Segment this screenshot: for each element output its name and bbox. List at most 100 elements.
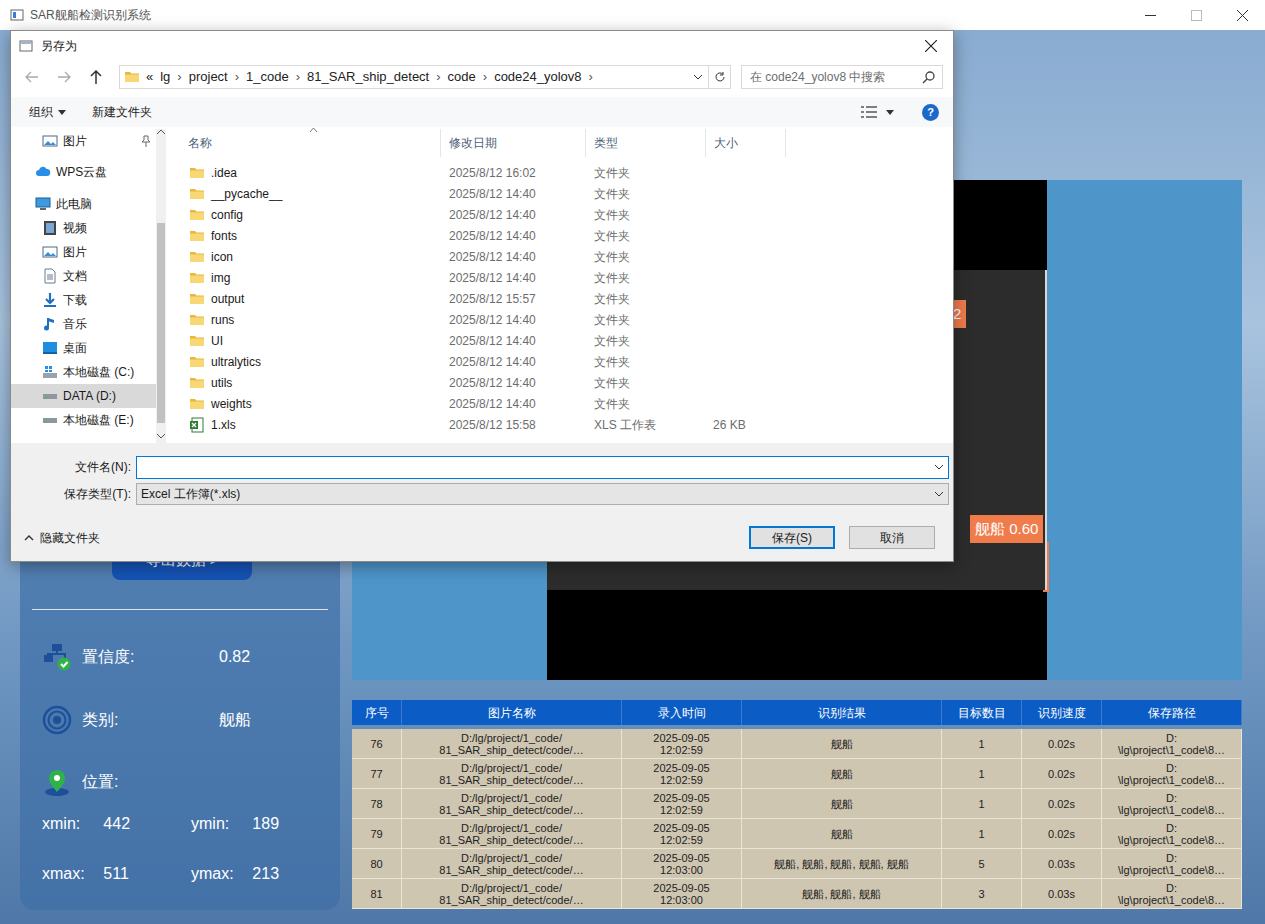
file-row[interactable]: fonts2025/8/12 14:40文件夹 bbox=[169, 225, 953, 246]
new-folder-button[interactable]: 新建文件夹 bbox=[92, 103, 152, 121]
table-row[interactable]: 78D:/lg/project/1_code/ 81_SAR_ship_dete… bbox=[352, 789, 1242, 819]
file-date-cell: 2025/8/12 16:02 bbox=[441, 162, 586, 183]
column-header[interactable]: 名称 bbox=[169, 129, 441, 157]
table-row[interactable]: 80D:/lg/project/1_code/ 81_SAR_ship_dete… bbox=[352, 849, 1242, 879]
tree-item[interactable]: WPS云盘 bbox=[11, 160, 156, 184]
filetype-row: 保存类型(T):Excel 工作簿(*.xls) bbox=[11, 483, 953, 505]
table-row[interactable]: 81D:/lg/project/1_code/ 81_SAR_ship_dete… bbox=[352, 879, 1242, 909]
breadcrumb-prefix[interactable]: « bbox=[146, 67, 153, 87]
table-cell: 2025-09-05 12:02:59 bbox=[622, 819, 742, 848]
filename-input[interactable] bbox=[137, 458, 930, 476]
tree-item[interactable]: 视频 bbox=[11, 216, 156, 240]
table-row[interactable]: 79D:/lg/project/1_code/ 81_SAR_ship_dete… bbox=[352, 819, 1242, 849]
tree-group: WPS云盘 bbox=[11, 160, 156, 184]
tree-item[interactable]: 图片 bbox=[11, 129, 156, 153]
column-header[interactable]: 识别结果 bbox=[742, 700, 942, 725]
file-row[interactable]: ultralytics2025/8/12 14:40文件夹 bbox=[169, 351, 953, 372]
dialog-body: 图片WPS云盘此电脑视频图片文档下载音乐桌面本地磁盘 (C:)DATA (D:)… bbox=[11, 129, 953, 443]
column-header[interactable]: 识别速度 bbox=[1022, 700, 1102, 725]
filetype-select[interactable]: Excel 工作簿(*.xls) bbox=[136, 483, 949, 505]
breadcrumb-segment[interactable]: code bbox=[448, 67, 476, 87]
file-size-cell bbox=[706, 183, 786, 204]
address-bar[interactable]: « lg › project › 1_code › 81_SAR_ship_detect › co… bbox=[119, 65, 731, 89]
hide-folders-toggle[interactable]: 隐藏文件夹 bbox=[24, 529, 100, 547]
folder-icon bbox=[189, 291, 205, 307]
cell-text: 0.02s bbox=[1048, 768, 1075, 780]
scrollbar-thumb[interactable] bbox=[157, 223, 165, 423]
tree-item[interactable]: 桌面 bbox=[11, 336, 156, 360]
tree-item[interactable]: 音乐 bbox=[11, 312, 156, 336]
breadcrumb-separator[interactable]: › bbox=[296, 67, 300, 87]
tree-item[interactable]: 本地磁盘 (E:) bbox=[11, 408, 156, 432]
caret-down-icon[interactable] bbox=[886, 110, 894, 115]
column-header[interactable]: 序号 bbox=[352, 700, 402, 725]
tree-item[interactable]: DATA (D:) bbox=[11, 384, 156, 408]
file-name-cell: output bbox=[169, 288, 441, 309]
forward-arrow-icon[interactable] bbox=[55, 68, 73, 86]
file-row[interactable]: UI2025/8/12 14:40文件夹 bbox=[169, 330, 953, 351]
confidence-row: 置信度:0.82 bbox=[20, 637, 340, 677]
confidence-icon bbox=[42, 642, 72, 672]
tree-item[interactable]: 本地磁盘 (C:) bbox=[11, 360, 156, 384]
help-button[interactable]: ? bbox=[922, 104, 939, 121]
file-name-cell: __pycache__ bbox=[169, 183, 441, 204]
file-row[interactable]: img2025/8/12 14:40文件夹 bbox=[169, 267, 953, 288]
close-icon[interactable] bbox=[909, 31, 953, 61]
organize-menu[interactable]: 组织 bbox=[29, 103, 66, 121]
folder-icon bbox=[189, 396, 205, 412]
tree-item[interactable]: 此电脑 bbox=[11, 192, 156, 216]
back-arrow-icon[interactable] bbox=[23, 68, 41, 86]
breadcrumb-separator[interactable]: › bbox=[177, 67, 181, 87]
file-name-cell: .idea bbox=[169, 162, 441, 183]
file-row[interactable]: utils2025/8/12 14:40文件夹 bbox=[169, 372, 953, 393]
file-name: utils bbox=[211, 374, 232, 392]
column-header[interactable]: 大小 bbox=[706, 129, 786, 157]
view-options-icon[interactable] bbox=[860, 105, 878, 119]
scrollbar[interactable] bbox=[156, 129, 166, 443]
column-header[interactable]: 图片名称 bbox=[402, 700, 622, 725]
breadcrumb-separator[interactable]: › bbox=[589, 67, 593, 87]
close-icon[interactable] bbox=[1219, 0, 1265, 30]
file-row[interactable]: weights2025/8/12 14:40文件夹 bbox=[169, 393, 953, 414]
column-header[interactable]: 保存路径 bbox=[1102, 700, 1242, 725]
column-header[interactable]: 录入时间 bbox=[622, 700, 742, 725]
refresh-icon[interactable] bbox=[708, 66, 730, 88]
minimize-icon[interactable] bbox=[1127, 0, 1173, 30]
file-name: output bbox=[211, 290, 244, 308]
column-header[interactable]: 类型 bbox=[586, 129, 706, 157]
cancel-button[interactable]: 取消 bbox=[849, 526, 935, 549]
column-header[interactable]: 修改日期 bbox=[441, 129, 586, 157]
save-button[interactable]: 保存(S) bbox=[749, 526, 835, 549]
breadcrumb-segment[interactable]: 1_code bbox=[246, 67, 289, 87]
tree-item[interactable]: 文档 bbox=[11, 264, 156, 288]
dropdown-chevron-icon[interactable] bbox=[688, 66, 708, 88]
file-row[interactable]: .idea2025/8/12 16:02文件夹 bbox=[169, 162, 953, 183]
file-row[interactable]: config2025/8/12 14:40文件夹 bbox=[169, 204, 953, 225]
file-size-cell bbox=[706, 225, 786, 246]
table-row[interactable]: 77D:/lg/project/1_code/ 81_SAR_ship_dete… bbox=[352, 759, 1242, 789]
column-header[interactable]: 目标数目 bbox=[942, 700, 1022, 725]
cell-text: 2025-09-05 12:02:59 bbox=[653, 762, 709, 786]
tree-group: 此电脑视频图片文档下载音乐桌面本地磁盘 (C:)DATA (D:)本地磁盘 (E… bbox=[11, 192, 156, 432]
file-row[interactable]: icon2025/8/12 14:40文件夹 bbox=[169, 246, 953, 267]
breadcrumb-segment[interactable]: code24_yolov8 bbox=[494, 67, 581, 87]
maximize-icon[interactable] bbox=[1173, 0, 1219, 30]
breadcrumb-segment[interactable]: project bbox=[189, 67, 228, 87]
breadcrumb-separator[interactable]: › bbox=[436, 67, 440, 87]
up-arrow-icon[interactable] bbox=[87, 68, 105, 86]
file-row[interactable]: runs2025/8/12 14:40文件夹 bbox=[169, 309, 953, 330]
table-row[interactable]: 76D:/lg/project/1_code/ 81_SAR_ship_dete… bbox=[352, 729, 1242, 759]
cell-text: D:/lg/project/1_code/ 81_SAR_ship_detect… bbox=[439, 762, 583, 786]
dropdown-chevron-icon[interactable] bbox=[930, 457, 948, 477]
breadcrumb-segment[interactable]: 81_SAR_ship_detect bbox=[307, 67, 429, 87]
breadcrumb-segment[interactable]: lg bbox=[160, 67, 170, 87]
filename-field bbox=[136, 456, 949, 479]
search-input[interactable] bbox=[750, 68, 922, 86]
file-row[interactable]: 1.xls2025/8/12 15:58XLS 工作表26 KB bbox=[169, 414, 953, 435]
file-row[interactable]: output2025/8/12 15:57文件夹 bbox=[169, 288, 953, 309]
breadcrumb-separator[interactable]: › bbox=[483, 67, 487, 87]
tree-item[interactable]: 下载 bbox=[11, 288, 156, 312]
file-row[interactable]: __pycache__2025/8/12 14:40文件夹 bbox=[169, 183, 953, 204]
tree-item[interactable]: 图片 bbox=[11, 240, 156, 264]
breadcrumb-separator[interactable]: › bbox=[235, 67, 239, 87]
